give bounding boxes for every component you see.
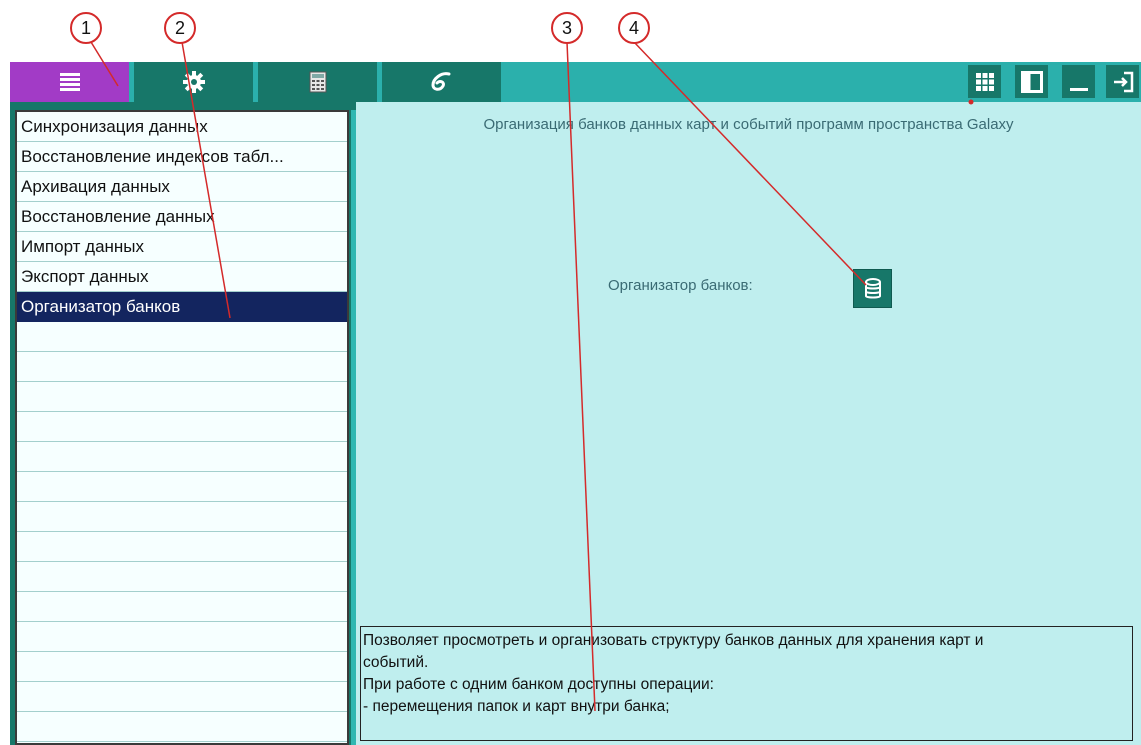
- callout-3: 3: [551, 12, 583, 44]
- list-item-sync[interactable]: Синхронизация данных: [17, 112, 347, 142]
- organizer-label: Организатор банков:: [608, 277, 753, 294]
- galaxy-logo-icon: [430, 72, 450, 91]
- list-item-empty: [17, 562, 347, 592]
- list-item-empty: [17, 712, 347, 742]
- task-list: Синхронизация данных Восстановление инде…: [15, 110, 349, 745]
- tab-calculator[interactable]: [258, 62, 379, 102]
- content-panel: Организация банков данных карт и событий…: [356, 102, 1141, 745]
- list-item-empty: [17, 322, 347, 352]
- exit-button[interactable]: [1106, 65, 1139, 98]
- description-line: - перемещения папок и карт внутри банка;: [363, 698, 670, 715]
- list-item-archive[interactable]: Архивация данных: [17, 172, 347, 202]
- callout-1: 1: [70, 12, 102, 44]
- panel-toggle-button[interactable]: [1015, 65, 1048, 98]
- list-item-empty: [17, 352, 347, 382]
- database-icon: [864, 277, 881, 298]
- minimize-icon: [1069, 87, 1088, 91]
- calculator-icon: [309, 71, 326, 93]
- tab-galaxy[interactable]: [382, 62, 503, 102]
- list-icon: [59, 73, 80, 91]
- panel-toggle-icon: [1020, 70, 1043, 93]
- list-item-empty: [17, 652, 347, 682]
- left-panel: Синхронизация данных Восстановление инде…: [10, 102, 356, 745]
- tab-settings[interactable]: [134, 62, 255, 102]
- list-item-export[interactable]: Экспорт данных: [17, 262, 347, 292]
- description-box: Позволяет просмотреть и организовать стр…: [360, 626, 1133, 741]
- page-title: Организация банков данных карт и событий…: [483, 116, 1014, 133]
- list-item-empty: [17, 412, 347, 442]
- tab-list[interactable]: [10, 62, 131, 102]
- list-item-restore-indexes[interactable]: Восстановление индексов табл...: [17, 142, 347, 172]
- callout-4: 4: [618, 12, 650, 44]
- description-line: При работе с одним банком доступны опера…: [363, 676, 714, 693]
- grid-view-icon: [975, 72, 994, 91]
- list-item-empty: [17, 502, 347, 532]
- list-item-empty: [17, 442, 347, 472]
- grid-view-button[interactable]: [968, 65, 1001, 98]
- list-item-empty: [17, 682, 347, 712]
- bank-organizer-button[interactable]: [853, 269, 892, 308]
- list-item-empty: [17, 532, 347, 562]
- list-item-bank-organizer[interactable]: Организатор банков: [17, 292, 347, 322]
- list-item-empty: [17, 592, 347, 622]
- description-line: Позволяет просмотреть и организовать стр…: [363, 632, 984, 649]
- gear-icon: [182, 71, 205, 93]
- list-item-restore-data[interactable]: Восстановление данных: [17, 202, 347, 232]
- list-item-empty: [17, 472, 347, 502]
- minimize-button[interactable]: [1062, 65, 1095, 98]
- list-item-empty: [17, 622, 347, 652]
- list-item-empty: [17, 382, 347, 412]
- callout-2: 2: [164, 12, 196, 44]
- description-line: событий.: [363, 654, 429, 671]
- exit-icon: [1113, 71, 1133, 92]
- list-item-import[interactable]: Импорт данных: [17, 232, 347, 262]
- toolbar: [10, 62, 1141, 102]
